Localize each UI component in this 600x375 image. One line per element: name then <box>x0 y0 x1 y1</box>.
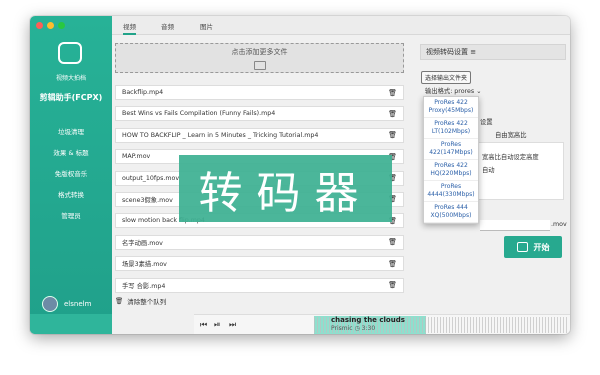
trash-icon[interactable]: 🗑 <box>388 131 397 139</box>
chevron-down-icon: ⌄ <box>476 88 482 95</box>
format-option[interactable]: ProRes 422 Proxy(45Mbps) <box>424 97 478 118</box>
transcoder-banner: 转码器 <box>179 155 392 222</box>
output-name-input[interactable] <box>480 220 550 231</box>
format-dropdown-menu: ProRes 422 Proxy(45Mbps) ProRes 422 LT(1… <box>423 96 479 224</box>
close-window-button[interactable] <box>36 22 43 29</box>
maximize-window-button[interactable] <box>58 22 65 29</box>
format-option[interactable]: ProRes 422 LT(102Mbps) <box>424 118 478 139</box>
minimize-window-button[interactable] <box>47 22 54 29</box>
user-profile[interactable]: elsnelm <box>42 296 91 312</box>
avatar <box>42 296 58 312</box>
list-item[interactable]: Backflip.mp4 🗑 <box>115 85 404 100</box>
settings-title: 视频转码设置 <box>426 48 468 56</box>
trash-icon: 🗑 <box>115 297 124 305</box>
sidebar-item-convert[interactable]: 格式转换 <box>30 185 112 206</box>
tab-bar: 视频 音频 图片 <box>112 16 570 35</box>
file-name: MAP.mov <box>122 153 151 161</box>
sidebar-item-effects[interactable]: 效果 & 标题 <box>30 143 112 164</box>
start-label: 开始 <box>533 242 550 252</box>
play-icon[interactable]: ⏯ <box>214 320 220 330</box>
sidebar: 视频大拍档 剪辑助手(FCPX) 垃圾清理 效果 & 标题 免版权音乐 格式转换… <box>30 16 112 334</box>
format-option[interactable]: ProRes 4444(330Mbps) <box>424 181 478 202</box>
clear-queue-button[interactable]: 🗑 清除整个队列 <box>115 296 166 306</box>
format-option[interactable]: ProRes 444 XQ(500Mbps) <box>424 202 478 223</box>
film-icon <box>516 242 528 252</box>
format-option[interactable]: ProRes 422(147Mbps) <box>424 139 478 160</box>
settings-header: 视频转码设置 ≡ <box>420 44 566 60</box>
song-artist: Prismic ◷ 3:30 <box>331 325 376 332</box>
list-item[interactable]: HOW TO BACKFLIP _ Learn in 5 Minutes _ T… <box>115 127 404 143</box>
tab-image[interactable]: 图片 <box>200 21 213 31</box>
file-name: HOW TO BACKFLIP _ Learn in 5 Minutes _ T… <box>122 131 319 139</box>
sidebar-nav: 垃圾清理 效果 & 标题 免版权音乐 格式转换 管理员 <box>30 122 112 227</box>
file-name: Backflip.mp4 <box>122 89 164 96</box>
sidebar-item-music[interactable]: 免版权音乐 <box>30 164 112 185</box>
start-button[interactable]: 开始 <box>504 236 562 258</box>
trash-icon[interactable]: 🗑 <box>388 238 397 246</box>
tab-video[interactable]: 视频 <box>123 21 136 35</box>
previous-icon[interactable]: ⏮ <box>200 320 207 330</box>
video-camera-logo-icon <box>58 42 82 64</box>
free-ratio-label: 自由宽高比 <box>495 132 527 139</box>
trash-icon[interactable]: 🗑 <box>388 260 397 268</box>
music-player: ⏮ ⏯ ⏭ chasing the clouds Prismic ◷ 3:30 … <box>194 314 570 334</box>
tab-audio[interactable]: 音频 <box>161 21 174 31</box>
trash-icon[interactable]: 🗑 <box>388 281 397 289</box>
output-format-label: 输出格式: prores <box>425 88 475 95</box>
list-item[interactable]: Best Wins vs Fails Compilation (Funny Fa… <box>115 106 404 122</box>
trash-icon[interactable]: 🗑 <box>388 89 397 97</box>
dropzone-text: 点击添加更多文件 <box>231 48 288 56</box>
choose-output-folder-button[interactable]: 选择输出文件夹 <box>421 71 472 84</box>
next-icon[interactable]: ⏭ <box>229 320 236 330</box>
clear-queue-label: 清除整个队列 <box>127 298 167 306</box>
file-name: 手写 合影.mp4 <box>122 282 166 290</box>
file-name: output_10fps.mov <box>122 174 180 182</box>
add-files-dropzone[interactable]: 点击添加更多文件 <box>115 43 404 73</box>
settings-label: 设置 <box>480 119 493 126</box>
format-option[interactable]: ProRes 422 HQ(220Mbps) <box>424 160 478 181</box>
list-item[interactable]: 手写 合影.mp4 🗑 <box>115 277 404 293</box>
filter-icon[interactable]: ≡ <box>470 48 476 56</box>
logo-label: 视频大拍档 <box>55 75 86 82</box>
app-title: 剪辑助手(FCPX) <box>39 93 103 102</box>
trash-icon[interactable]: 🗑 <box>388 110 397 118</box>
folder-icon <box>253 61 266 70</box>
player-left-strip <box>30 314 112 334</box>
file-name: 名字动画.mov <box>122 239 163 247</box>
file-name: 场景3素描.mov <box>122 261 167 269</box>
sidebar-item-cleanup[interactable]: 垃圾清理 <box>30 122 112 143</box>
file-name: Best Wins vs Fails Compilation (Funny Fa… <box>122 110 276 118</box>
sidebar-item-admin[interactable]: 管理员 <box>30 206 112 227</box>
extension-label: .mov <box>551 221 567 228</box>
list-item[interactable]: 场景3素描.mov 🗑 <box>115 256 404 272</box>
output-format-select[interactable]: 输出格式: prores ⌄ <box>425 86 482 95</box>
ratio-auto-label: 宽高比自动设定高度 <box>482 154 539 161</box>
song-title: chasing the clouds <box>331 316 405 324</box>
auto-label: 自动 <box>482 167 495 174</box>
username: elsnelm <box>64 300 92 308</box>
file-name: scene3假象.mov <box>122 196 173 204</box>
window-controls <box>36 22 65 29</box>
list-item[interactable]: 名字动画.mov 🗑 <box>115 234 404 250</box>
